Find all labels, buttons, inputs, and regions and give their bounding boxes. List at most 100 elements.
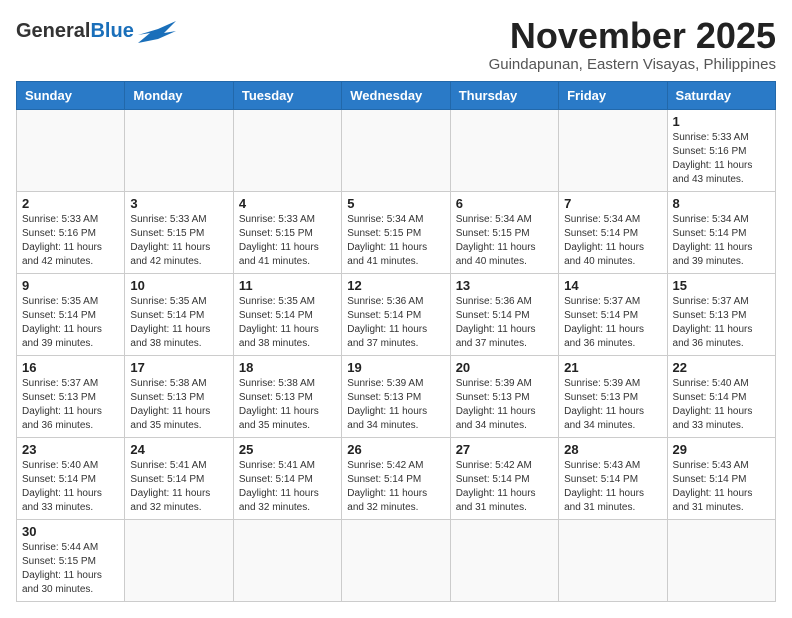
day-number: 16 bbox=[22, 360, 119, 375]
calendar-week-row: 16 Sunrise: 5:37 AMSunset: 5:13 PMDayligh… bbox=[17, 355, 776, 437]
day-number: 26 bbox=[347, 442, 444, 457]
day-info: Sunrise: 5:44 AMSunset: 5:15 PMDaylight:… bbox=[22, 541, 119, 597]
calendar-day-cell bbox=[342, 519, 450, 601]
calendar-day-cell: 27 Sunrise: 5:42 AMSunset: 5:14 PMDayligh… bbox=[450, 437, 558, 519]
day-info: Sunrise: 5:34 AMSunset: 5:14 PMDaylight:… bbox=[673, 213, 770, 269]
day-number: 30 bbox=[22, 524, 119, 539]
calendar-day-cell: 2 Sunrise: 5:33 AMSunset: 5:16 PMDaylight… bbox=[17, 191, 125, 273]
calendar-day-cell: 15 Sunrise: 5:37 AMSunset: 5:13 PMDayligh… bbox=[667, 273, 775, 355]
day-info: Sunrise: 5:36 AMSunset: 5:14 PMDaylight:… bbox=[347, 295, 444, 351]
calendar-day-cell bbox=[17, 109, 125, 191]
day-number: 29 bbox=[673, 442, 770, 457]
title-section: November 2025 Guindapunan, Eastern Visay… bbox=[489, 16, 776, 73]
day-number: 11 bbox=[239, 278, 336, 293]
calendar-day-cell: 10 Sunrise: 5:35 AMSunset: 5:14 PMDayligh… bbox=[125, 273, 233, 355]
calendar-day-cell bbox=[125, 109, 233, 191]
day-info: Sunrise: 5:33 AMSunset: 5:16 PMDaylight:… bbox=[673, 131, 770, 187]
day-header-wednesday: Wednesday bbox=[342, 81, 450, 109]
day-info: Sunrise: 5:42 AMSunset: 5:14 PMDaylight:… bbox=[456, 459, 553, 515]
calendar-day-cell bbox=[233, 519, 341, 601]
calendar-day-cell: 21 Sunrise: 5:39 AMSunset: 5:13 PMDayligh… bbox=[559, 355, 667, 437]
calendar-day-cell: 26Sunrise: 5:42 AMSunset: 5:14 PMDayligh… bbox=[342, 437, 450, 519]
calendar-day-cell bbox=[559, 519, 667, 601]
day-info: Sunrise: 5:41 AMSunset: 5:14 PMDaylight:… bbox=[130, 459, 227, 515]
day-info: Sunrise: 5:41 AMSunset: 5:14 PMDaylight:… bbox=[239, 459, 336, 515]
day-info: Sunrise: 5:34 AMSunset: 5:15 PMDaylight:… bbox=[347, 213, 444, 269]
day-header-tuesday: Tuesday bbox=[233, 81, 341, 109]
day-number: 6 bbox=[456, 196, 553, 211]
day-number: 1 bbox=[673, 114, 770, 129]
day-number: 14 bbox=[564, 278, 661, 293]
day-number: 8 bbox=[673, 196, 770, 211]
calendar-day-cell: 23Sunrise: 5:40 AMSunset: 5:14 PMDayligh… bbox=[17, 437, 125, 519]
day-info: Sunrise: 5:39 AMSunset: 5:13 PMDaylight:… bbox=[456, 377, 553, 433]
calendar-header-row: SundayMondayTuesdayWednesdayThursdayFrid… bbox=[17, 81, 776, 109]
day-info: Sunrise: 5:34 AMSunset: 5:14 PMDaylight:… bbox=[564, 213, 661, 269]
day-number: 3 bbox=[130, 196, 227, 211]
calendar-day-cell: 28Sunrise: 5:43 AMSunset: 5:14 PMDayligh… bbox=[559, 437, 667, 519]
day-number: 10 bbox=[130, 278, 227, 293]
calendar-day-cell: 29 Sunrise: 5:43 AMSunset: 5:14 PMDayligh… bbox=[667, 437, 775, 519]
day-info: Sunrise: 5:37 AMSunset: 5:13 PMDaylight:… bbox=[673, 295, 770, 351]
day-info: Sunrise: 5:35 AMSunset: 5:14 PMDaylight:… bbox=[130, 295, 227, 351]
calendar-day-cell: 25 Sunrise: 5:41 AMSunset: 5:14 PMDayligh… bbox=[233, 437, 341, 519]
day-header-friday: Friday bbox=[559, 81, 667, 109]
calendar-week-row: 23Sunrise: 5:40 AMSunset: 5:14 PMDayligh… bbox=[17, 437, 776, 519]
logo: GeneralBlue bbox=[16, 16, 176, 43]
calendar-day-cell: 6 Sunrise: 5:34 AMSunset: 5:15 PMDaylight… bbox=[450, 191, 558, 273]
day-info: Sunrise: 5:35 AMSunset: 5:14 PMDaylight:… bbox=[22, 295, 119, 351]
day-info: Sunrise: 5:40 AMSunset: 5:14 PMDaylight:… bbox=[673, 377, 770, 433]
day-info: Sunrise: 5:40 AMSunset: 5:14 PMDaylight:… bbox=[22, 459, 119, 515]
day-info: Sunrise: 5:39 AMSunset: 5:13 PMDaylight:… bbox=[347, 377, 444, 433]
calendar-day-cell bbox=[125, 519, 233, 601]
day-number: 7 bbox=[564, 196, 661, 211]
calendar-day-cell: 13Sunrise: 5:36 AMSunset: 5:14 PMDayligh… bbox=[450, 273, 558, 355]
day-info: Sunrise: 5:34 AMSunset: 5:15 PMDaylight:… bbox=[456, 213, 553, 269]
calendar-day-cell bbox=[450, 109, 558, 191]
day-header-thursday: Thursday bbox=[450, 81, 558, 109]
calendar-table: SundayMondayTuesdayWednesdayThursdayFrid… bbox=[16, 81, 776, 602]
day-number: 15 bbox=[673, 278, 770, 293]
location-subtitle: Guindapunan, Eastern Visayas, Philippine… bbox=[489, 56, 776, 73]
calendar-week-row: 9Sunrise: 5:35 AMSunset: 5:14 PMDaylight… bbox=[17, 273, 776, 355]
day-number: 21 bbox=[564, 360, 661, 375]
calendar-day-cell: 16 Sunrise: 5:37 AMSunset: 5:13 PMDayligh… bbox=[17, 355, 125, 437]
day-info: Sunrise: 5:33 AMSunset: 5:15 PMDaylight:… bbox=[239, 213, 336, 269]
calendar-day-cell: 8 Sunrise: 5:34 AMSunset: 5:14 PMDaylight… bbox=[667, 191, 775, 273]
calendar-day-cell: 12Sunrise: 5:36 AMSunset: 5:14 PMDayligh… bbox=[342, 273, 450, 355]
calendar-day-cell: 9Sunrise: 5:35 AMSunset: 5:14 PMDaylight… bbox=[17, 273, 125, 355]
day-number: 18 bbox=[239, 360, 336, 375]
day-info: Sunrise: 5:33 AMSunset: 5:16 PMDaylight:… bbox=[22, 213, 119, 269]
day-header-saturday: Saturday bbox=[667, 81, 775, 109]
day-number: 25 bbox=[239, 442, 336, 457]
calendar-day-cell: 18 Sunrise: 5:38 AMSunset: 5:13 PMDayligh… bbox=[233, 355, 341, 437]
calendar-week-row: 1 Sunrise: 5:33 AMSunset: 5:16 PMDaylight… bbox=[17, 109, 776, 191]
calendar-day-cell: 19 Sunrise: 5:39 AMSunset: 5:13 PMDayligh… bbox=[342, 355, 450, 437]
day-header-monday: Monday bbox=[125, 81, 233, 109]
calendar-day-cell bbox=[342, 109, 450, 191]
day-number: 28 bbox=[564, 442, 661, 457]
calendar-day-cell bbox=[450, 519, 558, 601]
calendar-day-cell: 7 Sunrise: 5:34 AMSunset: 5:14 PMDaylight… bbox=[559, 191, 667, 273]
day-info: Sunrise: 5:43 AMSunset: 5:14 PMDaylight:… bbox=[673, 459, 770, 515]
day-info: Sunrise: 5:36 AMSunset: 5:14 PMDaylight:… bbox=[456, 295, 553, 351]
calendar-day-cell: 11 Sunrise: 5:35 AMSunset: 5:14 PMDayligh… bbox=[233, 273, 341, 355]
calendar-day-cell: 30 Sunrise: 5:44 AMSunset: 5:15 PMDayligh… bbox=[17, 519, 125, 601]
day-number: 2 bbox=[22, 196, 119, 211]
day-info: Sunrise: 5:37 AMSunset: 5:14 PMDaylight:… bbox=[564, 295, 661, 351]
calendar-day-cell: 5 Sunrise: 5:34 AMSunset: 5:15 PMDaylight… bbox=[342, 191, 450, 273]
day-info: Sunrise: 5:35 AMSunset: 5:14 PMDaylight:… bbox=[239, 295, 336, 351]
day-number: 19 bbox=[347, 360, 444, 375]
day-number: 22 bbox=[673, 360, 770, 375]
day-info: Sunrise: 5:39 AMSunset: 5:13 PMDaylight:… bbox=[564, 377, 661, 433]
calendar-day-cell: 3 Sunrise: 5:33 AMSunset: 5:15 PMDaylight… bbox=[125, 191, 233, 273]
day-info: Sunrise: 5:38 AMSunset: 5:13 PMDaylight:… bbox=[239, 377, 336, 433]
day-info: Sunrise: 5:33 AMSunset: 5:15 PMDaylight:… bbox=[130, 213, 227, 269]
day-number: 17 bbox=[130, 360, 227, 375]
day-number: 27 bbox=[456, 442, 553, 457]
day-number: 5 bbox=[347, 196, 444, 211]
calendar-week-row: 2 Sunrise: 5:33 AMSunset: 5:16 PMDaylight… bbox=[17, 191, 776, 273]
day-header-sunday: Sunday bbox=[17, 81, 125, 109]
day-info: Sunrise: 5:37 AMSunset: 5:13 PMDaylight:… bbox=[22, 377, 119, 433]
calendar-day-cell: 20Sunrise: 5:39 AMSunset: 5:13 PMDayligh… bbox=[450, 355, 558, 437]
